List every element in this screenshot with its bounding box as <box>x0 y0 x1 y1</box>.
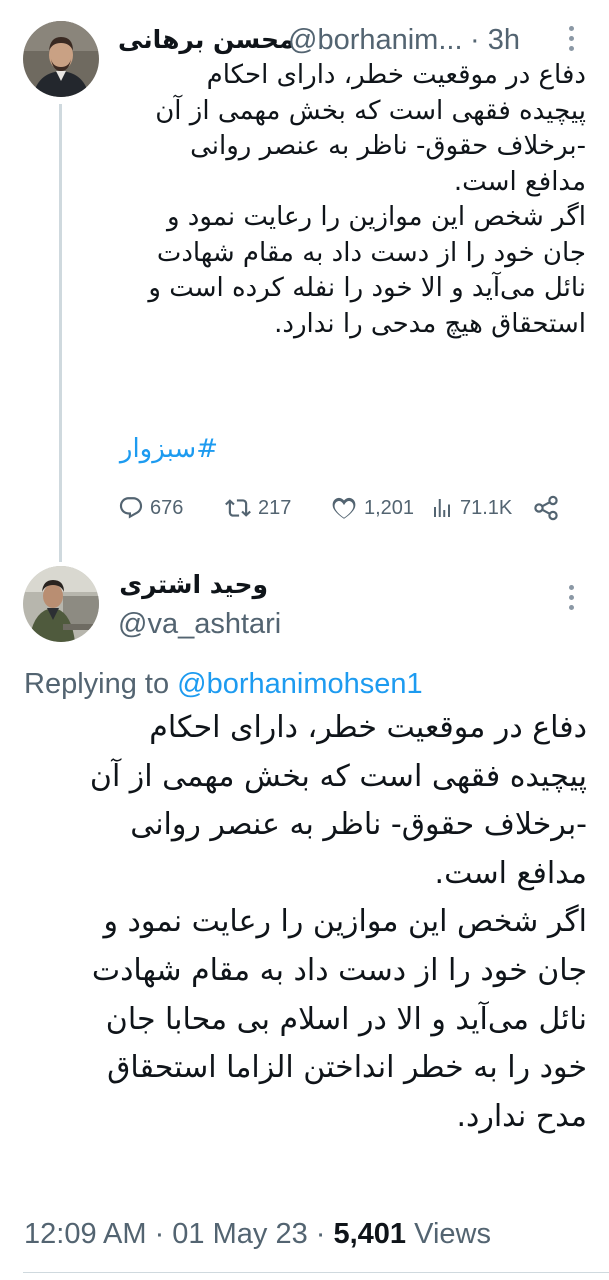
like-count: 1,201 <box>364 496 415 519</box>
reply-icon <box>119 497 143 519</box>
like-action[interactable]: 1,201 <box>330 488 414 528</box>
reply-author-handle[interactable]: @va_ashtari <box>118 606 281 642</box>
share-action[interactable] <box>532 488 560 528</box>
parent-tweet-actions: 676 217 1,201 71.1K <box>118 488 578 528</box>
replying-to-line: Replying to @borhanimohsen1 <box>24 666 423 702</box>
retweet-count: 217 <box>258 496 292 519</box>
parent-author-handle[interactable]: @borhanim... <box>288 22 463 58</box>
retweet-action[interactable]: 217 <box>224 488 291 528</box>
parent-tweet-time[interactable]: · 3h <box>470 22 520 58</box>
parent-author-avatar[interactable] <box>23 21 99 97</box>
hashtag-link[interactable]: #سبزوار <box>118 432 218 466</box>
parent-tweet-text: دفاع در موقعیت خطر، دارای احکام پیچیده ف… <box>148 60 586 339</box>
reply-count: 676 <box>150 496 184 519</box>
more-icon[interactable] <box>566 24 576 54</box>
tweet-timestamp[interactable]: 12:09 AM · 01 May 23 · <box>24 1218 333 1250</box>
retweet-icon <box>225 499 251 517</box>
reply-action[interactable]: 676 <box>118 488 183 528</box>
replying-to-mention[interactable]: @borhanimohsen1 <box>177 668 422 700</box>
tweet-meta: 12:09 AM · 01 May 23 · 5,401 Views <box>24 1214 491 1254</box>
tweet-views-count[interactable]: 5,401 <box>333 1218 406 1250</box>
views-icon <box>434 499 450 517</box>
reply-tweet-text: دفاع در موقعیت خطر، دارای احکام پیچیده ف… <box>89 710 587 1134</box>
reply-author-name[interactable]: وحید اشتری <box>118 567 268 603</box>
reply-avatar-image <box>23 566 99 642</box>
like-icon <box>332 497 356 519</box>
more-icon[interactable] <box>566 583 576 613</box>
thread-connector-line <box>59 104 62 562</box>
reply-author-avatar[interactable] <box>23 566 99 642</box>
views-count: 71.1K <box>460 496 513 519</box>
tweet-views-label: Views <box>406 1218 491 1250</box>
parent-tweet-header: محسن برهانی @borhanim... · 3h <box>118 22 548 58</box>
views-action[interactable]: 71.1K <box>430 488 512 528</box>
parent-author-name[interactable]: محسن برهانی <box>118 22 294 58</box>
bottom-divider <box>23 1272 609 1273</box>
share-icon <box>534 495 558 521</box>
parent-avatar-image <box>23 21 99 97</box>
replying-to-label: Replying to <box>24 668 170 700</box>
